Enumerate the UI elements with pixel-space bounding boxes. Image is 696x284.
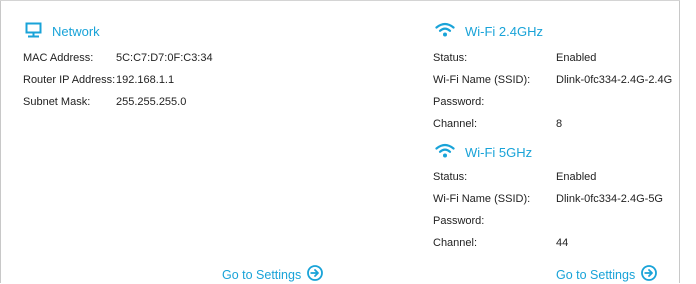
wifi5-ssid-label: Wi-Fi Name (SSID): [433, 193, 531, 205]
subnet-mask-value: 255.255.255.0 [116, 96, 187, 108]
wifi24-password-label: Password: [433, 96, 485, 108]
wifi5-header: Wi-Fi 5GHz [435, 143, 532, 161]
router-ip-row: Router IP Address: 192.168.1.1 [23, 74, 174, 86]
wifi-panel: Wi-Fi 2.4GHz Status: Enabled Wi-Fi Name … [411, 0, 679, 283]
wifi5-ssid-row: Wi-Fi Name (SSID): Dlink-0fc334-2.4G-5G [433, 193, 663, 205]
wifi-settings-link[interactable]: Go to Settings [556, 265, 658, 284]
mac-address-value: 5C:C7:D7:0F:C3:34 [116, 52, 213, 64]
wifi24-ssid-row: Wi-Fi Name (SSID): Dlink-0fc334-2.4G-2.4… [433, 74, 672, 86]
wifi-icon [435, 22, 455, 40]
wifi5-password-row: Password: [433, 215, 556, 227]
wifi5-status-value: Enabled [556, 171, 597, 183]
network-panel: Network MAC Address: 5C:C7:D7:0F:C3:34 R… [1, 0, 411, 283]
subnet-mask-row: Subnet Mask: 255.255.255.0 [23, 96, 186, 108]
wifi24-title: Wi-Fi 2.4GHz [465, 23, 543, 39]
wifi24-status-row: Status: Enabled [433, 52, 596, 64]
wifi5-channel-label: Channel: [433, 237, 478, 249]
mac-address-label: MAC Address: [23, 52, 94, 64]
wifi-icon [435, 143, 455, 161]
network-title: Network [52, 24, 100, 39]
wifi24-channel-row: Channel: 8 [433, 118, 562, 130]
arrow-right-circle-icon [307, 265, 324, 284]
network-settings-link[interactable]: Go to Settings [222, 265, 324, 284]
network-settings-label: Go to Settings [222, 267, 302, 282]
mac-address-row: MAC Address: 5C:C7:D7:0F:C3:34 [23, 52, 213, 64]
arrow-right-circle-icon [641, 265, 658, 284]
wifi24-channel-value: 8 [556, 118, 563, 130]
wifi24-ssid-label: Wi-Fi Name (SSID): [433, 74, 531, 86]
wifi5-ssid-value: Dlink-0fc334-2.4G-5G [556, 193, 663, 205]
router-ip-label: Router IP Address: [23, 74, 116, 86]
wifi24-status-value: Enabled [556, 52, 597, 64]
monitor-network-icon [25, 22, 42, 41]
wifi5-status-label: Status: [433, 171, 468, 183]
router-ip-value: 192.168.1.1 [116, 74, 175, 86]
network-header: Network [25, 22, 100, 41]
wifi-settings-label: Go to Settings [556, 267, 636, 282]
wifi5-channel-row: Channel: 44 [433, 237, 568, 249]
wifi24-status-label: Status: [433, 52, 468, 64]
wifi5-status-row: Status: Enabled [433, 171, 596, 183]
wifi5-password-label: Password: [433, 215, 485, 227]
wifi5-channel-value: 44 [556, 237, 569, 249]
wifi24-header: Wi-Fi 2.4GHz [435, 22, 543, 40]
subnet-mask-label: Subnet Mask: [23, 96, 91, 108]
wifi24-ssid-value: Dlink-0fc334-2.4G-2.4G [556, 74, 673, 86]
wifi24-password-row: Password: [433, 96, 556, 108]
wifi5-title: Wi-Fi 5GHz [465, 144, 533, 160]
wifi24-channel-label: Channel: [433, 118, 478, 130]
